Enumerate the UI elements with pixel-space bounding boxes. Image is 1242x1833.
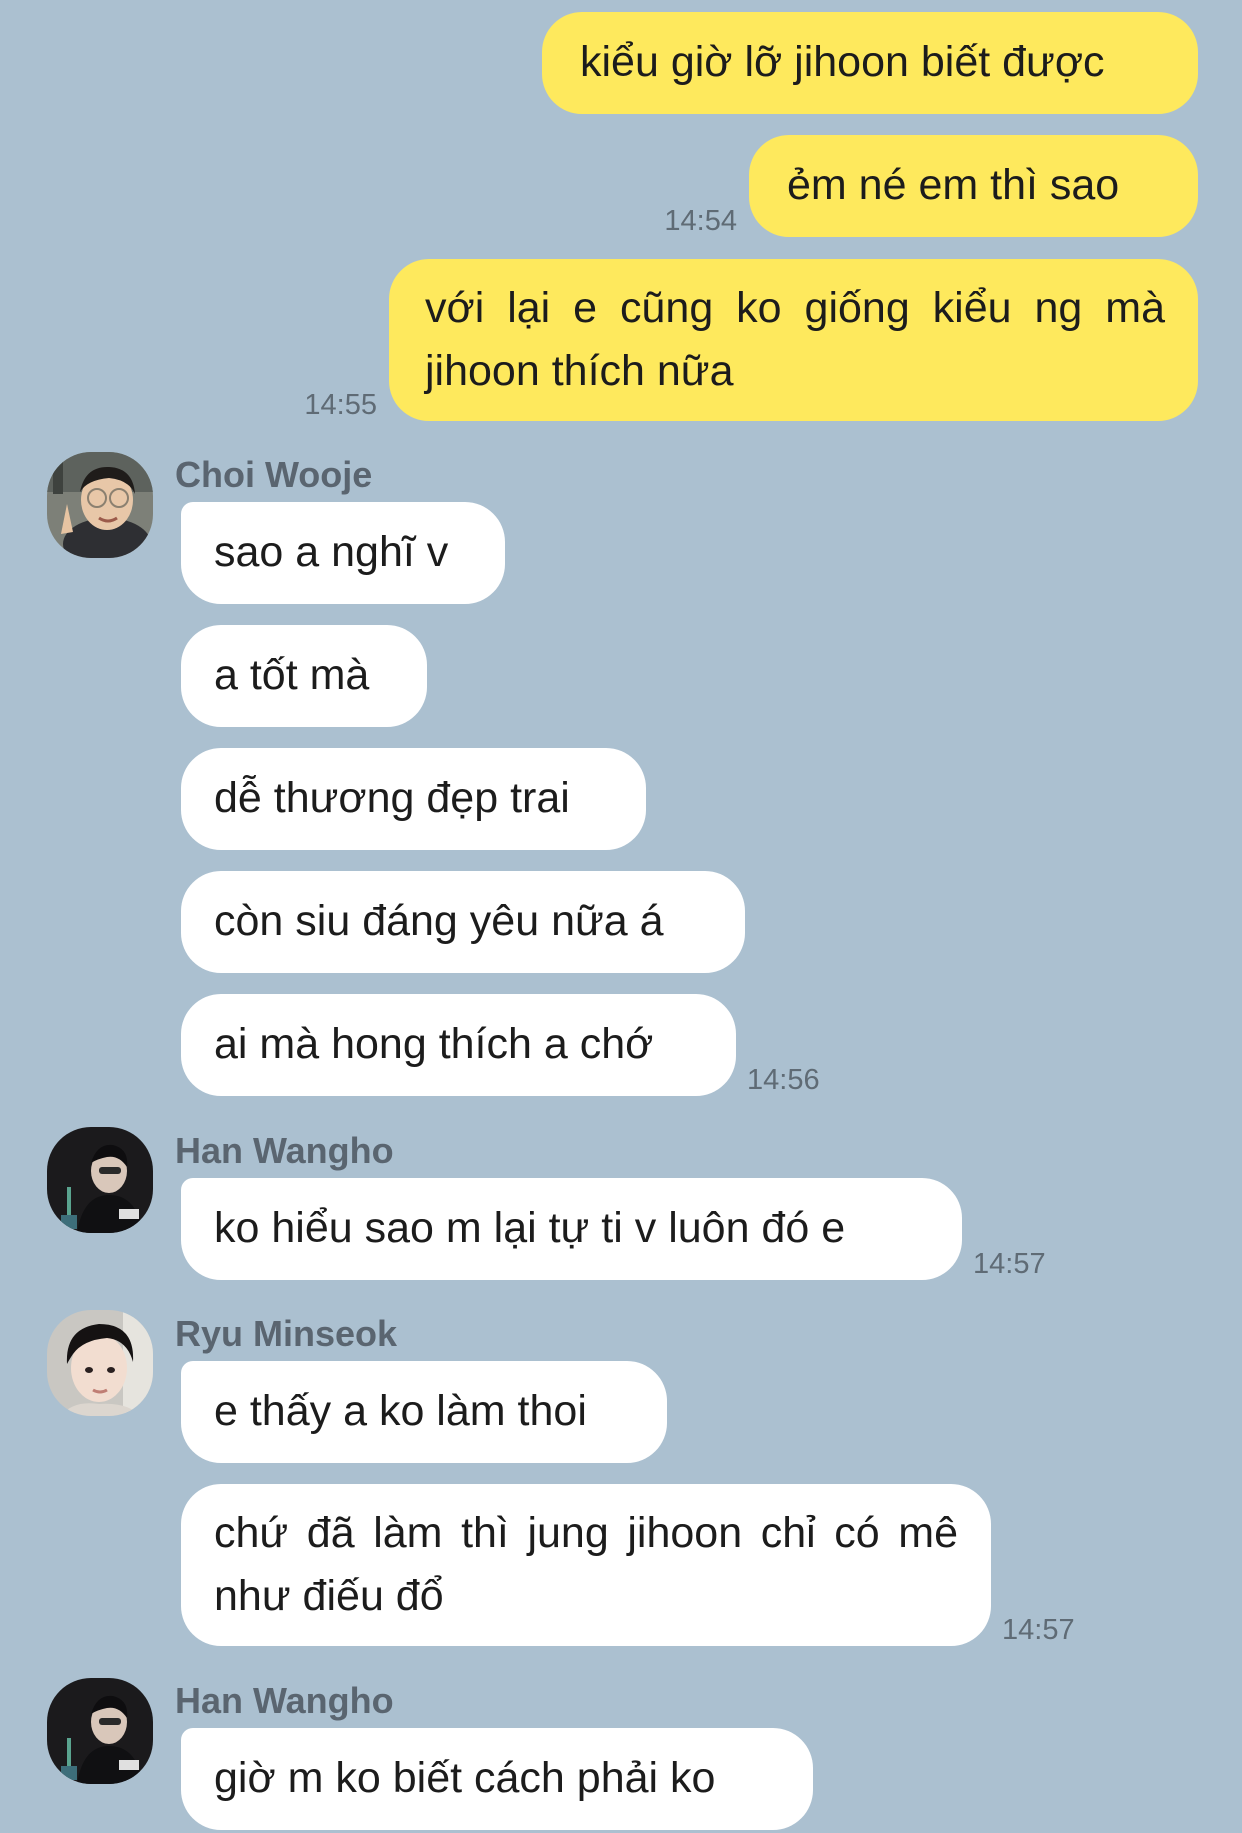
message-bubble[interactable]: còn siu đáng yêu nữa á [181,871,745,973]
incoming-message: dễ thương đẹp trai [181,748,646,850]
incoming-message: ko hiểu sao m lại tự ti v luôn đó e 14:5… [181,1178,1057,1280]
incoming-message: giờ m ko biết cách phải ko [181,1728,813,1830]
incoming-message: còn siu đáng yêu nữa á [181,871,745,973]
message-time: 14:55 [304,389,377,421]
avatar[interactable] [47,1127,153,1233]
outgoing-message: với lại e cũng ko giống kiểu ng mà jihoo… [293,259,1198,421]
avatar[interactable] [47,1678,153,1784]
sender-name: Han Wangho [175,1680,394,1721]
message-bubble[interactable]: ko hiểu sao m lại tự ti v luôn đó e [181,1178,962,1280]
message-bubble[interactable]: kiểu giờ lỡ jihoon biết được [542,12,1198,114]
message-bubble[interactable]: chứ đã làm thì jung jihoon chỉ có mê như… [181,1484,991,1646]
message-bubble[interactable]: e thấy a ko làm thoi [181,1361,667,1463]
message-bubble[interactable]: ẻm né em thì sao [749,135,1198,237]
message-time: 14:56 [747,1064,820,1096]
outgoing-message: kiểu giờ lỡ jihoon biết được [542,12,1198,114]
message-bubble[interactable]: dễ thương đẹp trai [181,748,646,850]
message-time: 14:57 [973,1248,1046,1280]
user-photo-icon [47,452,153,558]
incoming-message: sao a nghĩ v [181,502,505,604]
incoming-message: a tốt mà [181,625,427,727]
message-bubble[interactable]: ai mà hong thích a chớ [181,994,736,1096]
incoming-message: e thấy a ko làm thoi [181,1361,667,1463]
sender-name: Han Wangho [175,1130,394,1171]
sender-name: Ryu Minseok [175,1313,398,1354]
user-photo-icon [47,1127,153,1233]
user-photo-icon [47,1678,153,1784]
sender-name: Choi Wooje [175,454,373,495]
message-bubble[interactable]: với lại e cũng ko giống kiểu ng mà jihoo… [389,259,1198,421]
incoming-message: ai mà hong thích a chớ 14:56 [181,994,831,1096]
message-bubble[interactable]: a tốt mà [181,625,427,727]
message-time: 14:57 [1002,1614,1075,1646]
chat-area: kiểu giờ lỡ jihoon biết được ẻm né em th… [0,0,1242,1833]
avatar[interactable] [47,1310,153,1416]
message-bubble[interactable]: giờ m ko biết cách phải ko [181,1728,813,1830]
message-bubble[interactable]: sao a nghĩ v [181,502,505,604]
avatar[interactable] [47,452,153,558]
incoming-message: chứ đã làm thì jung jihoon chỉ có mê như… [181,1484,1086,1646]
user-photo-icon [47,1310,153,1416]
message-time: 14:54 [664,205,737,237]
outgoing-message: ẻm né em thì sao 14:54 [653,135,1198,237]
